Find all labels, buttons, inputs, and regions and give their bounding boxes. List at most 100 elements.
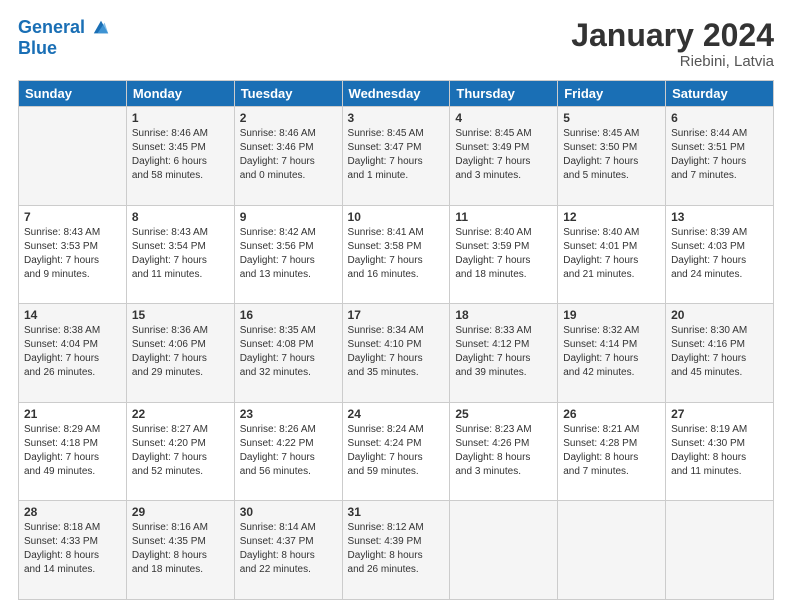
calendar-cell: 9Sunrise: 8:42 AMSunset: 3:56 PMDaylight… (234, 205, 342, 304)
day-info: Sunrise: 8:41 AMSunset: 3:58 PMDaylight:… (348, 226, 445, 282)
calendar-cell: 21 Sunrise: 8:29 AMSunset: 4:18 PMDayligh… (19, 402, 127, 501)
day-number: 21 (24, 407, 121, 421)
day-info: Sunrise: 8:21 AMSunset: 4:28 PMDaylight:… (563, 423, 660, 479)
calendar-cell: 20 Sunrise: 8:30 AMSunset: 4:16 PMDayligh… (666, 304, 774, 403)
calendar-cell: 14 Sunrise: 8:38 AMSunset: 4:04 PMDayligh… (19, 304, 127, 403)
calendar-cell: 27Sunrise: 8:19 AMSunset: 4:30 PMDayligh… (666, 402, 774, 501)
page: General Blue January 2024 Riebini, Latvi… (0, 0, 792, 612)
calendar-cell: 4 Sunrise: 8:45 AMSunset: 3:49 PMDaylight… (450, 107, 558, 206)
calendar-cell (19, 107, 127, 206)
day-info: Sunrise: 8:30 AMSunset: 4:16 PMDaylight:… (671, 324, 768, 380)
calendar-cell: 31 Sunrise: 8:12 AMSunset: 4:39 PMDayligh… (342, 501, 450, 600)
day-info: Sunrise: 8:40 AMSunset: 3:59 PMDaylight:… (455, 226, 552, 282)
calendar-cell: 10 Sunrise: 8:41 AMSunset: 3:58 PMDayligh… (342, 205, 450, 304)
day-number: 16 (240, 308, 337, 322)
day-number: 12 (563, 210, 660, 224)
calendar-cell: 3Sunrise: 8:45 AMSunset: 3:47 PMDaylight… (342, 107, 450, 206)
day-info: Sunrise: 8:38 AMSunset: 4:04 PMDaylight:… (24, 324, 121, 380)
title-section: January 2024 Riebini, Latvia (571, 18, 774, 70)
calendar-cell: 22Sunrise: 8:27 AMSunset: 4:20 PMDayligh… (126, 402, 234, 501)
day-info: Sunrise: 8:39 AMSunset: 4:03 PMDaylight:… (671, 226, 768, 282)
day-info: Sunrise: 8:33 AMSunset: 4:12 PMDaylight:… (455, 324, 552, 380)
day-info: Sunrise: 8:12 AMSunset: 4:39 PMDaylight:… (348, 521, 445, 577)
day-info: Sunrise: 8:19 AMSunset: 4:30 PMDaylight:… (671, 423, 768, 479)
calendar-cell: 11 Sunrise: 8:40 AMSunset: 3:59 PMDayligh… (450, 205, 558, 304)
day-number: 11 (455, 210, 552, 224)
day-number: 3 (348, 111, 445, 125)
logo-blue: Blue (18, 38, 110, 59)
day-info: Sunrise: 8:35 AMSunset: 4:08 PMDaylight:… (240, 324, 337, 380)
day-number: 17 (348, 308, 445, 322)
day-info: Sunrise: 8:36 AMSunset: 4:06 PMDaylight:… (132, 324, 229, 380)
day-number: 8 (132, 210, 229, 224)
calendar-cell: 23 Sunrise: 8:26 AMSunset: 4:22 PMDayligh… (234, 402, 342, 501)
calendar-cell: 28 Sunrise: 8:18 AMSunset: 4:33 PMDayligh… (19, 501, 127, 600)
day-number: 13 (671, 210, 768, 224)
day-number: 14 (24, 308, 121, 322)
day-number: 18 (455, 308, 552, 322)
day-info: Sunrise: 8:24 AMSunset: 4:24 PMDaylight:… (348, 423, 445, 479)
day-number: 23 (240, 407, 337, 421)
column-header-sunday: Sunday (19, 81, 127, 107)
calendar-cell: 19 Sunrise: 8:32 AMSunset: 4:14 PMDayligh… (558, 304, 666, 403)
calendar-cell: 18 Sunrise: 8:33 AMSunset: 4:12 PMDayligh… (450, 304, 558, 403)
week-row-5: 28 Sunrise: 8:18 AMSunset: 4:33 PMDayligh… (19, 501, 774, 600)
week-row-2: 7Sunrise: 8:43 AMSunset: 3:53 PMDaylight… (19, 205, 774, 304)
day-info: Sunrise: 8:46 AMSunset: 3:46 PMDaylight:… (240, 127, 337, 183)
day-number: 15 (132, 308, 229, 322)
day-number: 6 (671, 111, 768, 125)
day-info: Sunrise: 8:40 AMSunset: 4:01 PMDaylight:… (563, 226, 660, 282)
calendar-cell: 12 Sunrise: 8:40 AMSunset: 4:01 PMDayligh… (558, 205, 666, 304)
calendar-cell: 16 Sunrise: 8:35 AMSunset: 4:08 PMDayligh… (234, 304, 342, 403)
day-number: 2 (240, 111, 337, 125)
logo-text: General (18, 18, 110, 38)
day-number: 4 (455, 111, 552, 125)
day-info: Sunrise: 8:43 AMSunset: 3:53 PMDaylight:… (24, 226, 121, 282)
day-info: Sunrise: 8:32 AMSunset: 4:14 PMDaylight:… (563, 324, 660, 380)
day-info: Sunrise: 8:45 AMSunset: 3:50 PMDaylight:… (563, 127, 660, 183)
day-number: 31 (348, 505, 445, 519)
calendar-cell: 5 Sunrise: 8:45 AMSunset: 3:50 PMDaylight… (558, 107, 666, 206)
calendar-cell: 29 Sunrise: 8:16 AMSunset: 4:35 PMDayligh… (126, 501, 234, 600)
calendar-cell: 7Sunrise: 8:43 AMSunset: 3:53 PMDaylight… (19, 205, 127, 304)
column-header-wednesday: Wednesday (342, 81, 450, 107)
day-info: Sunrise: 8:18 AMSunset: 4:33 PMDaylight:… (24, 521, 121, 577)
day-number: 25 (455, 407, 552, 421)
column-header-monday: Monday (126, 81, 234, 107)
day-number: 22 (132, 407, 229, 421)
day-number: 29 (132, 505, 229, 519)
column-header-saturday: Saturday (666, 81, 774, 107)
day-info: Sunrise: 8:46 AMSunset: 3:45 PMDaylight:… (132, 127, 229, 183)
calendar: SundayMondayTuesdayWednesdayThursdayFrid… (18, 80, 774, 600)
day-info: Sunrise: 8:44 AMSunset: 3:51 PMDaylight:… (671, 127, 768, 183)
day-info: Sunrise: 8:42 AMSunset: 3:56 PMDaylight:… (240, 226, 337, 282)
day-number: 5 (563, 111, 660, 125)
day-number: 1 (132, 111, 229, 125)
column-header-thursday: Thursday (450, 81, 558, 107)
day-info: Sunrise: 8:26 AMSunset: 4:22 PMDaylight:… (240, 423, 337, 479)
calendar-cell: 8 Sunrise: 8:43 AMSunset: 3:54 PMDaylight… (126, 205, 234, 304)
day-info: Sunrise: 8:34 AMSunset: 4:10 PMDaylight:… (348, 324, 445, 380)
day-number: 19 (563, 308, 660, 322)
calendar-cell (558, 501, 666, 600)
day-number: 28 (24, 505, 121, 519)
week-row-4: 21 Sunrise: 8:29 AMSunset: 4:18 PMDayligh… (19, 402, 774, 501)
week-row-1: 1 Sunrise: 8:46 AMSunset: 3:45 PMDaylight… (19, 107, 774, 206)
calendar-header-row: SundayMondayTuesdayWednesdayThursdayFrid… (19, 81, 774, 107)
calendar-cell (450, 501, 558, 600)
day-info: Sunrise: 8:29 AMSunset: 4:18 PMDaylight:… (24, 423, 121, 479)
calendar-cell (666, 501, 774, 600)
calendar-cell: 26Sunrise: 8:21 AMSunset: 4:28 PMDayligh… (558, 402, 666, 501)
logo: General Blue (18, 18, 110, 59)
day-number: 10 (348, 210, 445, 224)
day-info: Sunrise: 8:16 AMSunset: 4:35 PMDaylight:… (132, 521, 229, 577)
day-info: Sunrise: 8:45 AMSunset: 3:49 PMDaylight:… (455, 127, 552, 183)
week-row-3: 14 Sunrise: 8:38 AMSunset: 4:04 PMDayligh… (19, 304, 774, 403)
calendar-cell: 2 Sunrise: 8:46 AMSunset: 3:46 PMDaylight… (234, 107, 342, 206)
day-number: 20 (671, 308, 768, 322)
calendar-cell: 1 Sunrise: 8:46 AMSunset: 3:45 PMDaylight… (126, 107, 234, 206)
day-info: Sunrise: 8:43 AMSunset: 3:54 PMDaylight:… (132, 226, 229, 282)
main-title: January 2024 (571, 18, 774, 53)
column-header-friday: Friday (558, 81, 666, 107)
calendar-cell: 25Sunrise: 8:23 AMSunset: 4:26 PMDayligh… (450, 402, 558, 501)
